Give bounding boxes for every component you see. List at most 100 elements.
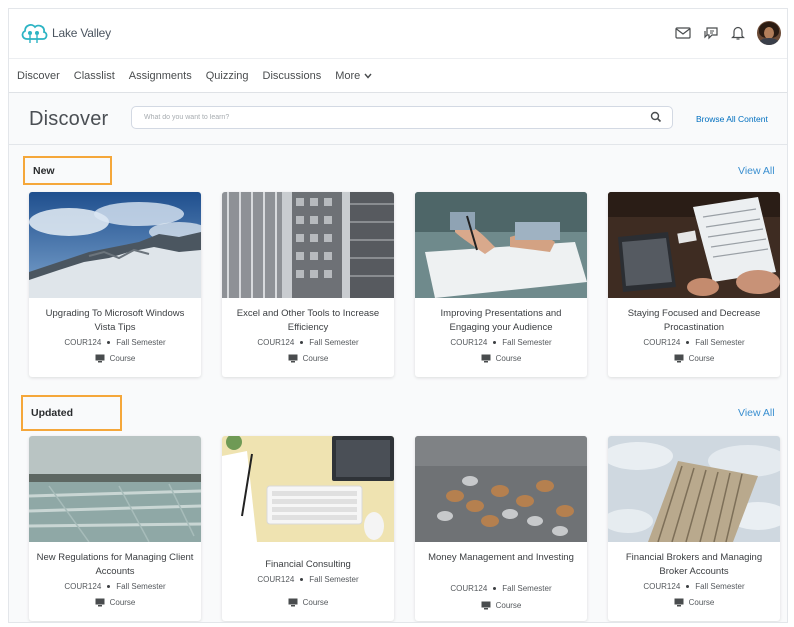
- chat-icon[interactable]: [703, 25, 719, 41]
- course-type-label: Course: [495, 354, 522, 363]
- course-term: Fall Semester: [309, 575, 359, 584]
- monitor-icon: [288, 354, 298, 363]
- section-label-updated: Updated: [21, 395, 122, 431]
- course-image-coins: [415, 436, 587, 542]
- course-navbar: Discover Classlist Assignments Quizzing …: [9, 59, 787, 93]
- course-title[interactable]: Excel and Other Tools to Increase Effici…: [228, 307, 388, 335]
- course-term: Fall Semester: [309, 338, 359, 347]
- course-meta: COUR124 Fall Semester: [608, 582, 780, 591]
- course-code: COUR124: [450, 584, 488, 593]
- nav-classlist[interactable]: Classlist: [74, 70, 115, 82]
- course-term: Fall Semester: [502, 338, 552, 347]
- course-type-label: Course: [109, 598, 136, 607]
- search-icon[interactable]: [650, 111, 662, 123]
- browse-all-content-link[interactable]: Browse All Content: [696, 114, 768, 124]
- course-meta: COUR124 Fall Semester: [29, 338, 201, 347]
- course-type: Course: [29, 354, 201, 363]
- course-title[interactable]: Staying Focused and Decrease Procastinat…: [614, 307, 774, 335]
- course-meta: COUR124 Fall Semester: [222, 338, 394, 347]
- course-code: COUR124: [64, 338, 102, 347]
- view-all-updated-link[interactable]: View All: [738, 407, 775, 419]
- course-title[interactable]: New Regulations for Managing Client Acco…: [35, 551, 195, 579]
- course-type-label: Course: [495, 601, 522, 610]
- section-label-new: New: [23, 156, 112, 185]
- header-divider: [9, 144, 787, 145]
- monitor-icon: [288, 598, 298, 607]
- course-title[interactable]: Financial Brokers and Managing Broker Ac…: [614, 551, 774, 579]
- course-meta: COUR124 Fall Semester: [415, 584, 587, 593]
- monitor-icon: [95, 598, 105, 607]
- course-meta: COUR124 Fall Semester: [222, 575, 394, 584]
- course-title[interactable]: Improving Presentations and Engaging you…: [421, 307, 581, 335]
- cloud-logo-icon: [21, 24, 48, 43]
- course-code: COUR124: [257, 338, 295, 347]
- course-card[interactable]: Financial Brokers and Managing Broker Ac…: [608, 436, 780, 621]
- bell-icon[interactable]: [731, 25, 745, 41]
- course-title[interactable]: Upgrading To Microsoft Windows Vista Tip…: [35, 307, 195, 335]
- course-title[interactable]: Money Management and Investing: [421, 551, 581, 565]
- course-card[interactable]: Financial Consulting COUR124 Fall Semeste…: [222, 436, 394, 621]
- nav-quizzing[interactable]: Quizzing: [206, 70, 249, 82]
- course-type: Course: [222, 598, 394, 607]
- course-card[interactable]: Staying Focused and Decrease Procastinat…: [608, 192, 780, 377]
- course-card[interactable]: Excel and Other Tools to Increase Effici…: [222, 192, 394, 377]
- top-bar: Lake Valley: [9, 9, 787, 59]
- course-term: Fall Semester: [116, 582, 166, 591]
- monitor-icon: [674, 598, 684, 607]
- course-term: Fall Semester: [502, 584, 552, 593]
- course-type: Course: [415, 354, 587, 363]
- course-term: Fall Semester: [695, 582, 745, 591]
- course-type-label: Course: [688, 354, 715, 363]
- course-type-label: Course: [109, 354, 136, 363]
- search-input[interactable]: [144, 107, 624, 128]
- search-box: [131, 106, 673, 129]
- nav-assignments[interactable]: Assignments: [129, 70, 192, 82]
- course-image-writing: [415, 192, 587, 298]
- course-card[interactable]: Upgrading To Microsoft Windows Vista Tip…: [29, 192, 201, 377]
- course-image-lake: [29, 436, 201, 542]
- page-title: Discover: [29, 108, 109, 130]
- nav-more-menu[interactable]: More: [335, 70, 372, 82]
- app-window: Lake Valley Discover Classlist Assignmen…: [8, 8, 788, 623]
- nav-more-label: More: [335, 69, 361, 82]
- monitor-icon: [481, 601, 491, 610]
- course-card[interactable]: Improving Presentations and Engaging you…: [415, 192, 587, 377]
- course-image-desk: [608, 192, 780, 298]
- course-image-mountain: [29, 192, 201, 298]
- nav-discussions[interactable]: Discussions: [263, 70, 322, 82]
- mail-icon[interactable]: [675, 27, 691, 39]
- course-image-buildings: [222, 192, 394, 298]
- course-code: COUR124: [643, 582, 681, 591]
- course-code: COUR124: [643, 338, 681, 347]
- course-type: Course: [608, 598, 780, 607]
- monitor-icon: [481, 354, 491, 363]
- course-type-label: Course: [302, 354, 329, 363]
- course-type: Course: [415, 601, 587, 610]
- course-type: Course: [222, 354, 394, 363]
- course-type: Course: [608, 354, 780, 363]
- monitor-icon: [95, 354, 105, 363]
- course-type-label: Course: [688, 598, 715, 607]
- course-term: Fall Semester: [695, 338, 745, 347]
- avatar[interactable]: [757, 21, 781, 45]
- course-meta: COUR124 Fall Semester: [29, 582, 201, 591]
- monitor-icon: [674, 354, 684, 363]
- logo-text: Lake Valley: [52, 26, 111, 40]
- nav-discover[interactable]: Discover: [17, 70, 60, 82]
- course-meta: COUR124 Fall Semester: [415, 338, 587, 347]
- chevron-down-icon: [364, 73, 372, 79]
- course-code: COUR124: [64, 582, 102, 591]
- course-term: Fall Semester: [116, 338, 166, 347]
- org-logo[interactable]: Lake Valley: [19, 19, 111, 47]
- course-image-skyscraper: [608, 436, 780, 542]
- course-image-keyboard: [222, 436, 394, 542]
- course-type: Course: [29, 598, 201, 607]
- course-type-label: Course: [302, 598, 329, 607]
- course-card[interactable]: Money Management and Investing COUR124 Fa…: [415, 436, 587, 621]
- course-title[interactable]: Financial Consulting: [228, 558, 388, 572]
- view-all-new-link[interactable]: View All: [738, 165, 775, 177]
- course-code: COUR124: [450, 338, 488, 347]
- course-meta: COUR124 Fall Semester: [608, 338, 780, 347]
- course-code: COUR124: [257, 575, 295, 584]
- course-card[interactable]: New Regulations for Managing Client Acco…: [29, 436, 201, 621]
